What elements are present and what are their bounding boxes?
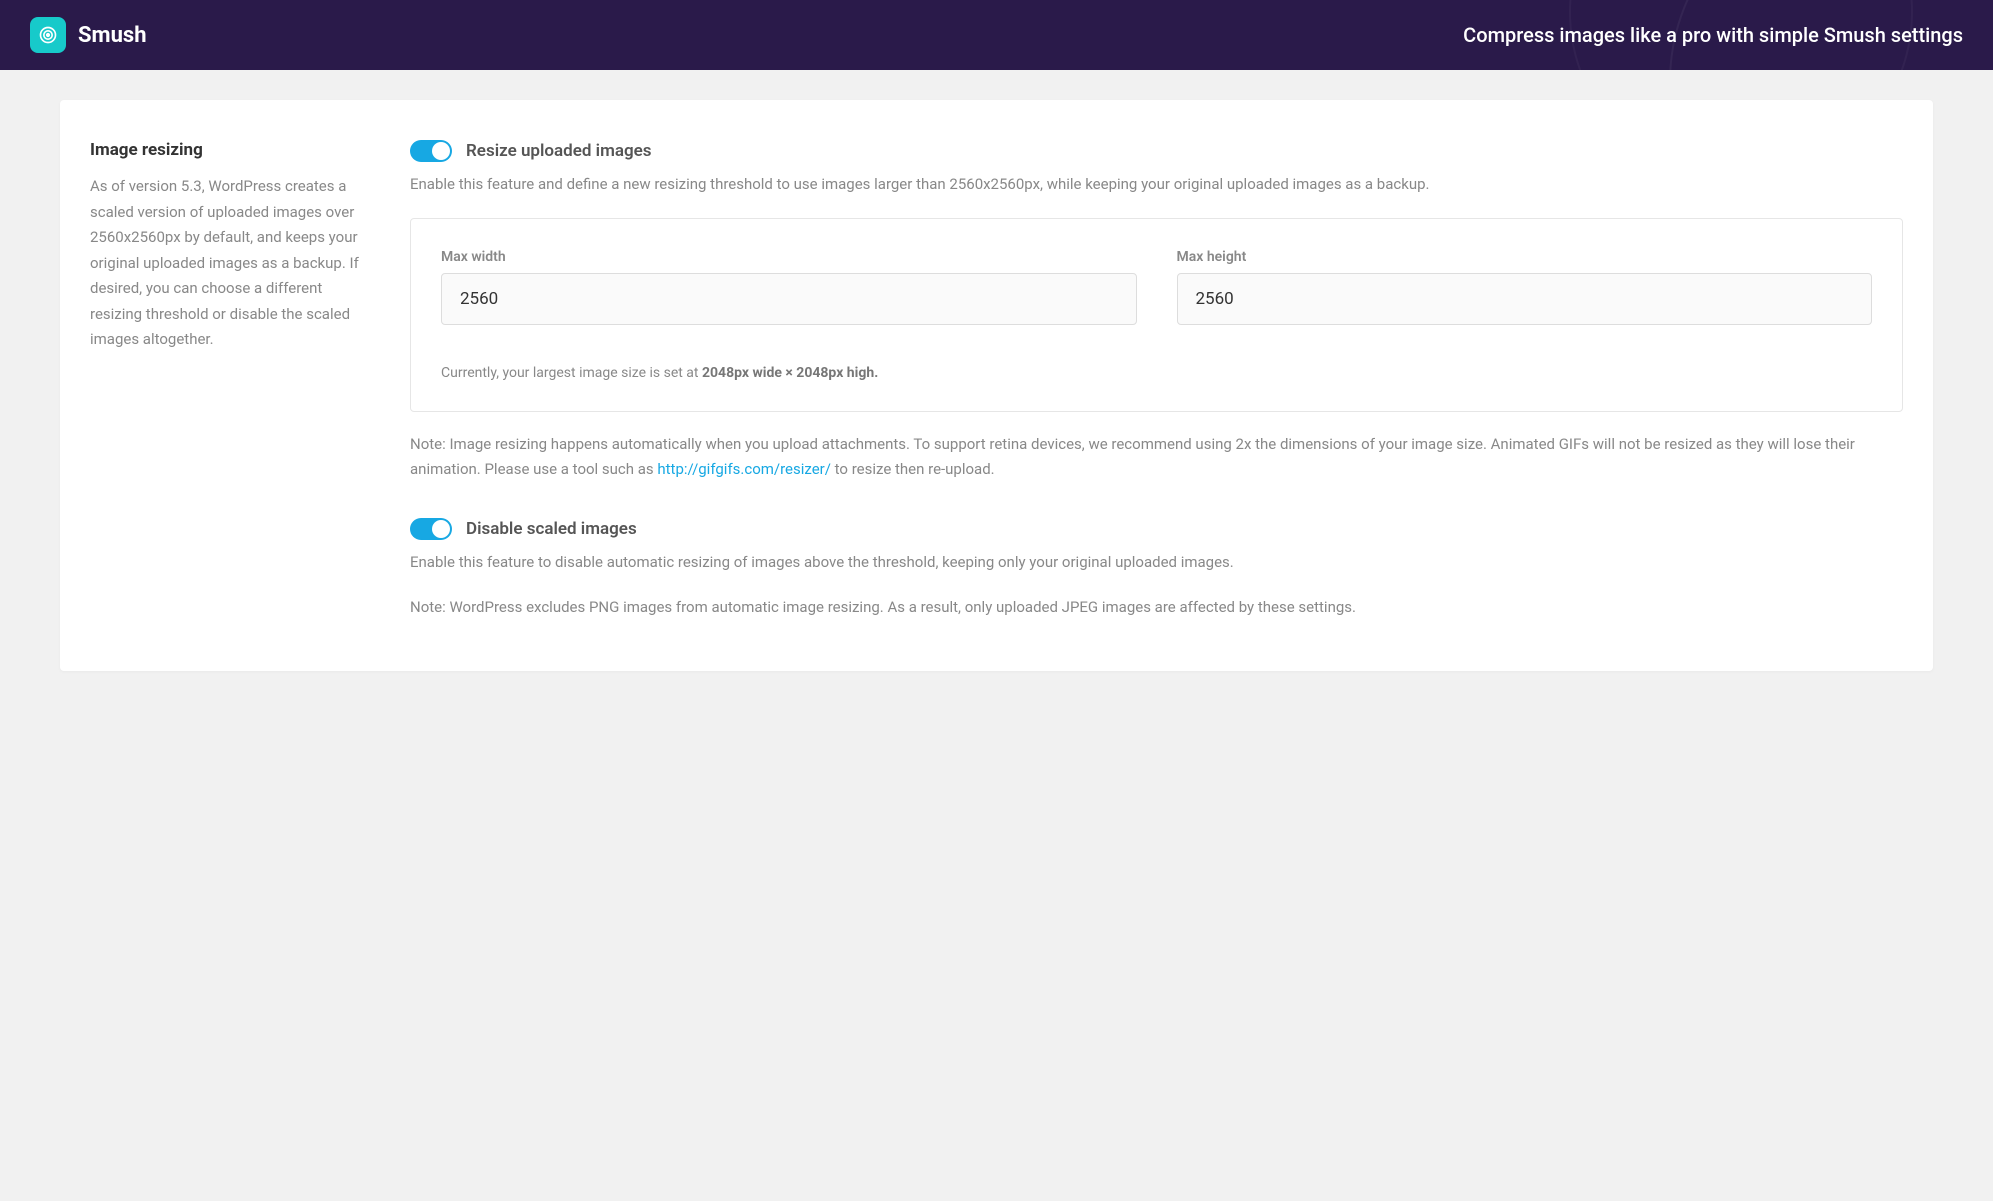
brand-name: Smush bbox=[78, 23, 147, 48]
section-title: Image resizing bbox=[90, 140, 360, 160]
max-height-label: Max height bbox=[1177, 249, 1873, 265]
resize-toggle[interactable] bbox=[410, 140, 452, 162]
resize-setting: Resize uploaded images Enable this featu… bbox=[410, 140, 1903, 483]
max-height-input[interactable] bbox=[1177, 273, 1873, 325]
header-tagline: Compress images like a pro with simple S… bbox=[1463, 23, 1963, 47]
disable-scaled-setting: Disable scaled images Enable this featur… bbox=[410, 518, 1903, 621]
resize-title: Resize uploaded images bbox=[466, 141, 652, 161]
sidebar-info: Image resizing As of version 5.3, WordPr… bbox=[90, 140, 360, 621]
settings-panel: Image resizing As of version 5.3, WordPr… bbox=[60, 100, 1933, 671]
smush-logo-icon bbox=[30, 17, 66, 53]
section-description: As of version 5.3, WordPress creates a s… bbox=[90, 174, 360, 353]
resize-note: Note: Image resizing happens automatical… bbox=[410, 432, 1903, 483]
disable-scaled-toggle[interactable] bbox=[410, 518, 452, 540]
disable-scaled-title: Disable scaled images bbox=[466, 519, 637, 539]
largest-image-hint: Currently, your largest image size is se… bbox=[441, 365, 1872, 381]
resize-config-box: Max width Max height Currently, your lar… bbox=[410, 218, 1903, 412]
resize-description: Enable this feature and define a new res… bbox=[410, 172, 1903, 198]
brand: Smush bbox=[30, 17, 147, 53]
header: Smush Compress images like a pro with si… bbox=[0, 0, 1993, 70]
max-width-input[interactable] bbox=[441, 273, 1137, 325]
max-width-label: Max width bbox=[441, 249, 1137, 265]
disable-scaled-note: Note: WordPress excludes PNG images from… bbox=[410, 595, 1903, 621]
gif-resizer-link[interactable]: http://gifgifs.com/resizer/ bbox=[657, 460, 831, 478]
disable-scaled-description: Enable this feature to disable automatic… bbox=[410, 550, 1903, 576]
